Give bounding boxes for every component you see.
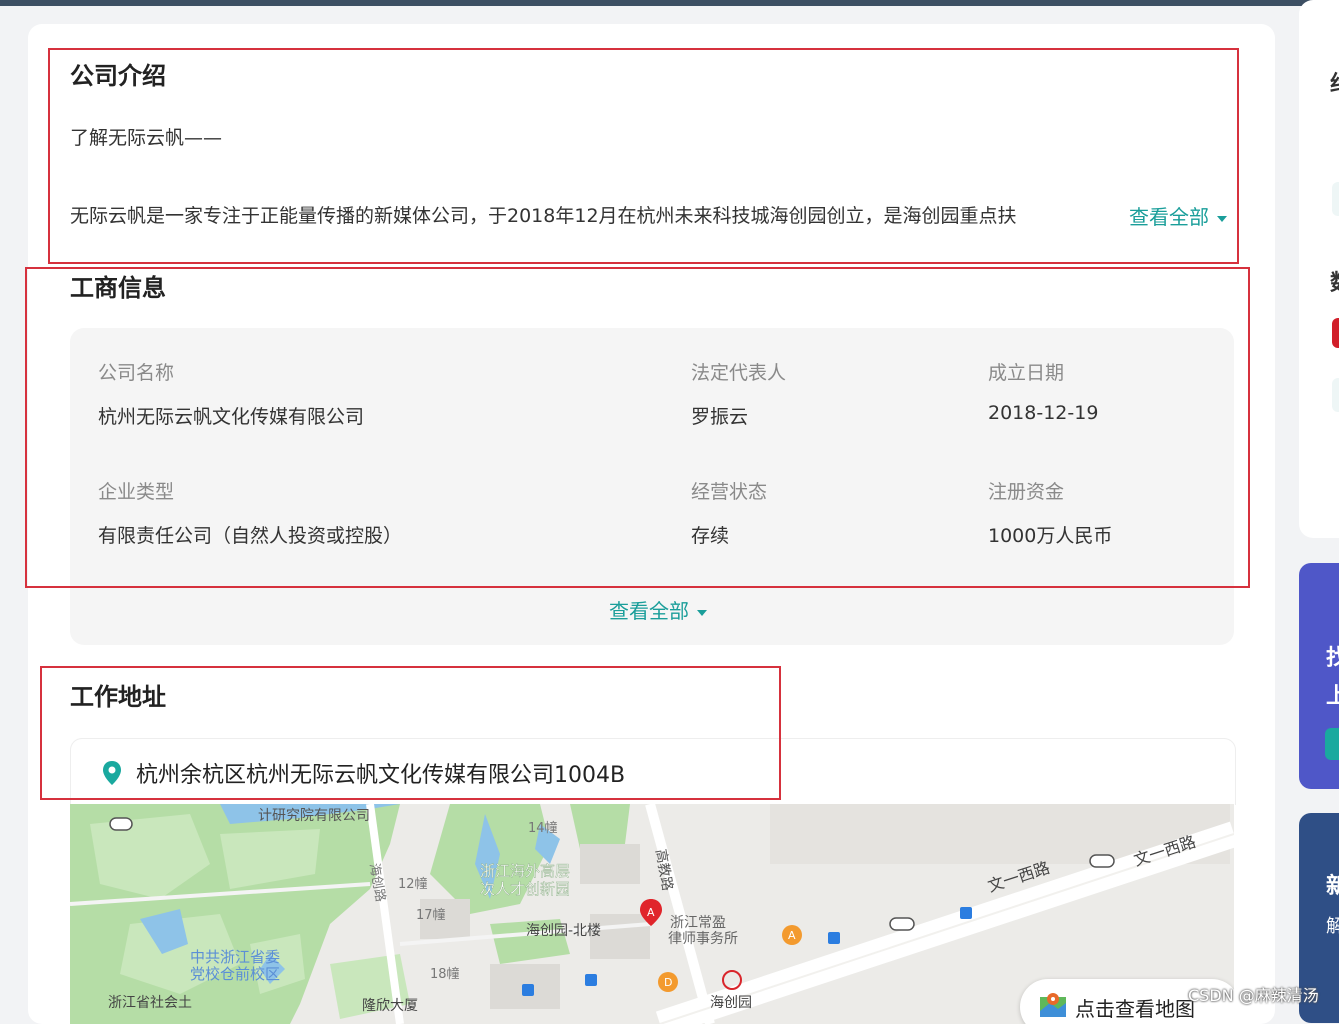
bus-stop-icon	[1089, 854, 1115, 868]
promo-button[interactable]	[1325, 728, 1339, 760]
right-chip[interactable]	[1332, 378, 1339, 412]
map-label: 次人才创新园	[480, 880, 570, 898]
promo-text: 上	[1326, 684, 1339, 709]
metro-icon	[722, 970, 742, 990]
location-map[interactable]: 计研究院有限公司 14幢 海创路 12幢 浙江海外高层 次人才创新园 高教路 1…	[70, 804, 1234, 1024]
map-label: 高教路	[652, 848, 676, 892]
map-label: 浙江常盈	[670, 915, 726, 931]
map-label: 计研究院有限公司	[258, 808, 370, 824]
poi-label: D	[664, 976, 672, 989]
map-label: 律师事务所	[668, 931, 738, 947]
map-label: 浙江省社会土	[108, 995, 192, 1011]
map-label: 海创园-北楼	[526, 923, 601, 939]
bus-stop-icon	[889, 917, 915, 931]
map-label: 浙江海外高层	[480, 862, 570, 880]
highlight-box-business	[25, 267, 1250, 588]
promo-text: 找	[1326, 646, 1339, 671]
map-label: 海创园	[710, 995, 752, 1011]
right-badge-icon	[1332, 318, 1339, 348]
bus-icon	[585, 974, 597, 986]
promo-text: 新	[1326, 874, 1339, 899]
map-label: 中共浙江省委	[190, 948, 280, 966]
business-view-all-label: 查看全部	[609, 599, 689, 623]
promo-text: 解	[1326, 916, 1339, 937]
bus-stop-icon	[109, 817, 133, 831]
map-label: 海创路	[366, 862, 389, 903]
watermark: CSDN @麻辣清汤	[1188, 986, 1319, 1005]
bus-icon	[522, 984, 534, 996]
top-bar	[0, 0, 1339, 6]
bus-icon	[828, 932, 840, 944]
highlight-box-address	[40, 666, 781, 800]
map-label: 12幢	[398, 876, 428, 892]
business-view-all-link[interactable]: 查看全部	[609, 595, 707, 624]
map-label: 党校仓前校区	[190, 965, 280, 983]
poi-label: A	[788, 929, 796, 942]
right-card-text: 约	[1330, 66, 1339, 98]
view-map-label: 点击查看地图	[1075, 997, 1195, 1021]
map-label: 14幢	[528, 820, 558, 836]
map-label: 隆欣大厦	[362, 998, 418, 1014]
right-card-text: 数	[1330, 265, 1339, 297]
map-marker-label: A	[647, 906, 655, 919]
right-chip[interactable]	[1332, 182, 1339, 216]
map-label: 18幢	[430, 966, 460, 982]
highlight-box-intro	[48, 48, 1239, 264]
map-label: 17幢	[416, 907, 446, 923]
caret-down-icon	[697, 609, 707, 616]
bus-icon	[960, 907, 972, 919]
map-icon	[1040, 993, 1066, 1017]
